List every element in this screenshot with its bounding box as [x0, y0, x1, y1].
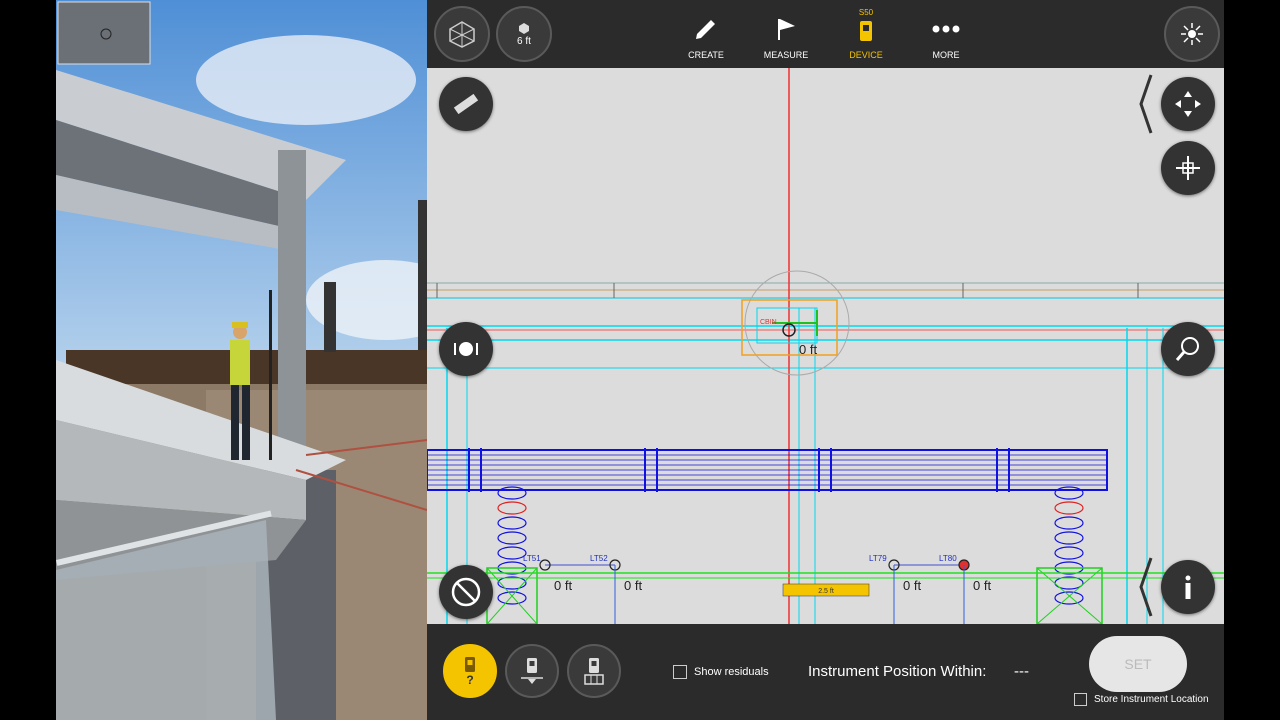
point-label-lt80: LT80: [939, 554, 957, 563]
help-mark: ?: [466, 673, 474, 687]
crosshair-arrows-icon: [1176, 156, 1200, 180]
total-station-icon: [465, 657, 475, 672]
no-entry-icon: [451, 577, 481, 607]
device-label: DEVICE: [849, 50, 883, 60]
zoom-button[interactable]: [1161, 322, 1215, 376]
center-point-label: CBIN: [760, 319, 777, 326]
sun-icon: [1181, 23, 1203, 45]
show-residuals-label: Show residuals: [694, 666, 769, 678]
create-menu[interactable]: CREATE: [671, 10, 741, 64]
info-icon: [1185, 575, 1191, 599]
scene-3d-view[interactable]: [56, 0, 427, 720]
more-dots-icon: [932, 25, 960, 33]
create-label: CREATE: [688, 50, 724, 60]
offset-label-3: 0 ft: [903, 578, 921, 593]
total-station-icon: [860, 21, 872, 41]
station-backsight-icon: [521, 658, 543, 684]
zoom-extents-button[interactable]: [1161, 141, 1215, 195]
cancel-button[interactable]: [439, 565, 493, 619]
locate-button[interactable]: [439, 322, 493, 376]
scale-bar-label: 2.5 ft: [818, 588, 834, 595]
more-menu[interactable]: MORE: [911, 10, 981, 64]
device-help-button[interactable]: ?: [443, 644, 497, 698]
chevron-left-icon: [1139, 74, 1153, 134]
top-toolbar: 6 ft CREATE MEASURE S50 DEVICE MORE: [427, 0, 1224, 68]
offset-label-1: 0 ft: [554, 578, 572, 593]
more-label: MORE: [932, 50, 960, 60]
measure-menu[interactable]: MEASURE: [751, 10, 821, 64]
brightness-button[interactable]: [1164, 6, 1220, 62]
offset-label-2: 0 ft: [624, 578, 642, 593]
plan-canvas[interactable]: CBIN LT51 LT52 LT79 LT80 0 ft 0 ft 0 ft …: [427, 68, 1224, 624]
cube-icon: [449, 21, 475, 48]
magnifier-icon: [1175, 337, 1199, 361]
station-setup-button[interactable]: [505, 644, 559, 698]
pan-panel-tab[interactable]: [1139, 73, 1153, 135]
flag-icon: [778, 19, 795, 40]
measure-label: MEASURE: [763, 50, 809, 60]
ruler-button[interactable]: [439, 77, 493, 131]
pan-arrows-icon: [1175, 91, 1201, 117]
resection-button[interactable]: [567, 644, 621, 698]
marker-icon: [519, 22, 529, 34]
info-panel-tab[interactable]: [1139, 556, 1153, 618]
offset-label-4: 0 ft: [973, 578, 991, 593]
store-location-label: Store Instrument Location: [1094, 694, 1209, 705]
scale-button[interactable]: 6 ft: [496, 6, 552, 62]
device-menu[interactable]: S50 DEVICE: [831, 8, 901, 64]
center-offset-label: 0 ft: [799, 342, 817, 357]
chevron-left-icon: [1139, 557, 1153, 617]
survey-app-panel: CBIN LT51 LT52 LT79 LT80 0 ft 0 ft 0 ft …: [427, 0, 1224, 720]
set-button[interactable]: SET: [1089, 636, 1187, 692]
locate-icon: [454, 342, 478, 356]
point-label-lt52: LT52: [590, 554, 608, 563]
point-label-lt79: LT79: [869, 554, 887, 563]
store-location-checkbox[interactable]: [1074, 693, 1087, 706]
show-residuals-checkbox[interactable]: [673, 665, 687, 679]
ruler-icon: [453, 93, 479, 115]
pan-button[interactable]: [1161, 77, 1215, 131]
view-cube-button[interactable]: [434, 6, 490, 62]
device-badge: S50: [858, 8, 874, 17]
left-letterbox: [0, 0, 56, 720]
instrument-position-label: Instrument Position Within:: [808, 663, 987, 680]
point-label-lt51: LT51: [523, 554, 541, 563]
pencil-icon: [696, 20, 715, 39]
scale-label: 6 ft: [517, 35, 531, 47]
instrument-position-value: ---: [1014, 663, 1029, 680]
right-letterbox: [1224, 0, 1280, 720]
station-grid-icon: [584, 658, 604, 685]
minimap-thumbnail[interactable]: [58, 2, 150, 64]
info-button[interactable]: [1161, 560, 1215, 614]
scene-illustration: [56, 0, 427, 720]
